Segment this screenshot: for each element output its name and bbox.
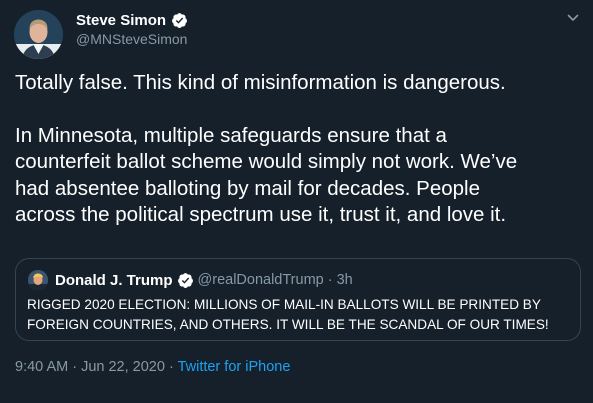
tweet-text: Totally false. This kind of misinformati… xyxy=(15,70,583,228)
quoted-tweet-line: FOREIGN COUNTRIES, AND OTHERS. IT WILL B… xyxy=(27,316,549,332)
quoted-author-avatar-photo xyxy=(28,270,48,290)
tweet-timestamp[interactable]: 9:40 AM · Jun 22, 2020 · xyxy=(15,359,178,375)
quoted-tweet-card[interactable]: Donald J. Trump @realDonaldTrump · 3h RI… xyxy=(15,258,581,341)
quoted-author-name: Donald J. Trump xyxy=(55,271,173,289)
separator-dot: · xyxy=(327,272,333,288)
tweet-text-line: Totally false. This kind of misinformati… xyxy=(15,71,506,94)
tweet-meta: 9:40 AM · Jun 22, 2020 · Twitter for iPh… xyxy=(15,359,290,375)
quoted-author-handle: @realDonaldTrump xyxy=(197,272,324,288)
tweet-source-link[interactable]: Twitter for iPhone xyxy=(178,359,291,375)
tweet-text-line: counterfeit ballot scheme would simply n… xyxy=(15,150,518,174)
chevron-down-icon[interactable] xyxy=(566,11,580,25)
author-avatar[interactable] xyxy=(14,10,63,59)
author-display-name[interactable]: Steve Simon xyxy=(76,12,166,29)
quoted-tweet-text: RIGGED 2020 ELECTION: MILLIONS OF MAIL-I… xyxy=(27,295,572,334)
tweet-text-line: across the political spectrum use it, tr… xyxy=(15,203,507,227)
author-handle[interactable]: @MNSteveSimon xyxy=(76,31,187,47)
author-avatar-photo xyxy=(14,10,63,59)
author-name-row: Steve Simon xyxy=(76,10,188,30)
tweet-text-line: In Minnesota, multiple safeguards ensure… xyxy=(15,123,447,147)
quoted-tweet-header: Donald J. Trump @realDonaldTrump · 3h xyxy=(55,270,353,290)
verified-badge-icon xyxy=(177,272,193,288)
quoted-tweet-time: 3h xyxy=(336,272,353,288)
tweet-text-line: had absentee balloting by mail for decad… xyxy=(15,176,480,200)
quoted-author-avatar xyxy=(28,270,48,290)
quoted-tweet-line: RIGGED 2020 ELECTION: MILLIONS OF MAIL-I… xyxy=(27,297,541,312)
verified-badge-icon xyxy=(172,12,187,28)
